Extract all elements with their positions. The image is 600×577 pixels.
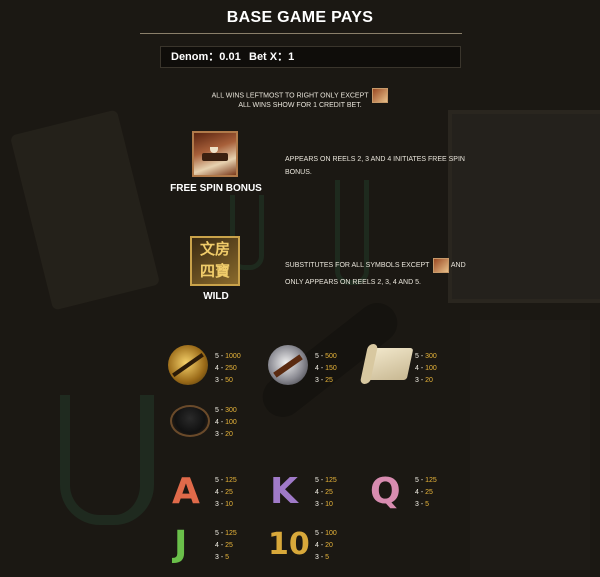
letter-j-background [60,395,154,525]
credit-note: ALL WINS SHOW FOR 1 CREDIT BET. [238,102,362,109]
paytable-ten: 5 - 100 4 - 20 3 - 5 [315,530,337,561]
bet-info-bar: Denom：0.01 Bet X：1 [160,46,461,68]
free-spin-description: APPEARS ON REELS 2, 3 AND 4 INITIATES FR… [285,156,465,176]
title-divider [140,33,462,34]
free-spin-label: FREE SPIN BONUS [170,183,262,194]
free-spin-mini-icon [433,257,450,273]
paytable-k: 5 - 125 4 - 25 3 - 10 [315,477,337,508]
paytable-paper-scroll: 5 - 300 4 - 100 3 - 20 [415,353,437,384]
gold-brush-icon [168,345,208,385]
letter-j-symbol: J [174,524,188,565]
bet-multiplier-info: Bet X：1 [249,51,295,63]
wild-label: WILD [203,291,229,302]
ten-symbol: 10 [268,527,310,562]
letter-k-symbol: K [270,471,298,512]
free-spin-mini-icon [372,88,389,103]
paytable-q: 5 - 125 4 - 25 3 - 5 [415,477,437,508]
free-spin-bonus-icon [192,131,238,177]
ink-stone-icon [170,405,210,437]
letter-a-symbol: A [172,471,200,512]
wild-icon: 文房 四寶 [190,236,240,286]
paytable-a: 5 - 125 4 - 25 3 - 10 [215,477,237,508]
letter-q-symbol: Q [370,471,401,512]
rules-note: ALL WINS LEFTMOST TO RIGHT ONLY EXCEPT [0,88,600,103]
ink-stick-background [9,109,161,311]
silver-brush-icon [268,345,308,385]
wild-description: SUBSTITUTES FOR ALL SYMBOLS EXCEPT AND O… [285,257,475,291]
paytable-silver-brush: 5 - 500 4 - 150 3 - 25 [315,353,337,384]
page-title: BASE GAME PAYS [226,9,374,26]
denom-info: Denom：0.01 [171,51,241,63]
paytable-gold-brush: 5 - 1000 4 - 250 3 - 50 [215,353,241,384]
paper-scroll-icon [364,348,414,380]
wild-chars-bottom: 四寶 [199,262,231,280]
table-icon [202,153,228,161]
wild-chars-top: 文房 [199,240,231,258]
paytable-ink-stone: 5 - 300 4 - 100 3 - 20 [215,407,237,438]
paytable-j: 5 - 125 4 - 25 3 - 5 [215,530,237,561]
scroll-background [470,320,590,570]
